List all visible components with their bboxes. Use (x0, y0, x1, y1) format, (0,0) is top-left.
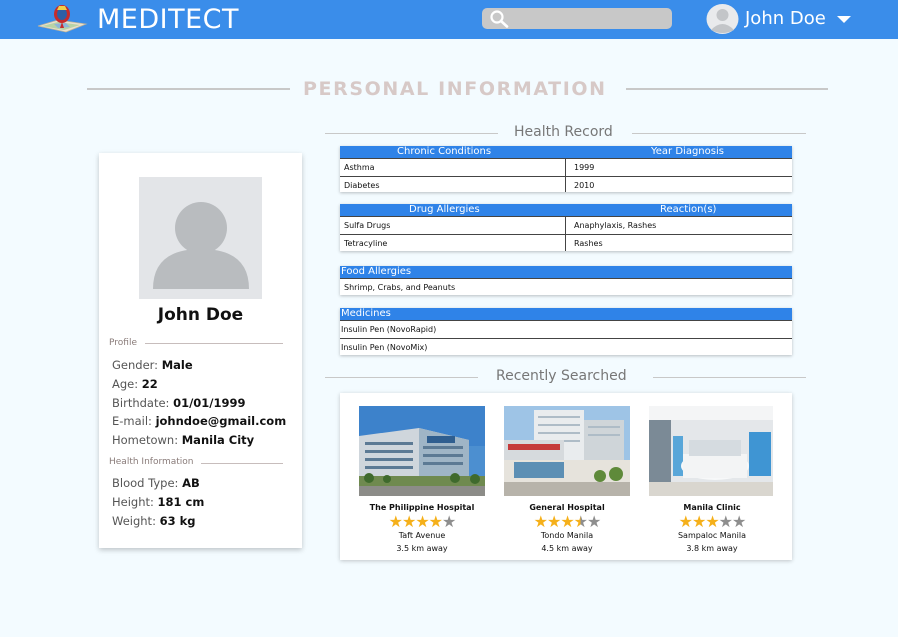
medicines-table: Medicines Insulin Pen (NovoRapid) Insuli… (340, 308, 792, 355)
birthdate-field: Birthdate: 01/01/1999 (112, 396, 246, 410)
chronic-conditions-table: Chronic Conditions Year Diagnosis Asthma… (340, 146, 792, 192)
height-field: Height: 181 cm (112, 495, 205, 509)
search-icon[interactable] (489, 9, 509, 28)
hospital-location: Taft Avenue (398, 531, 446, 540)
table-header: Food Allergies (340, 266, 792, 278)
drug-allergies-table: Drug Allergies Reaction(s) Sulfa Drugs A… (340, 204, 792, 251)
table-row: Insulin Pen (NovoMix) (340, 338, 792, 356)
star-rating: ★★★★★ (649, 512, 775, 531)
hospital-building-photo (359, 406, 485, 496)
column-header: Medicines (341, 308, 391, 319)
hospital-distance: 3.5 km away (396, 544, 448, 553)
weight-field: Weight: 63 kg (112, 514, 196, 528)
hospital-photo[interactable] (504, 406, 630, 496)
hospital-card[interactable]: Manila Clinic ★★★★★ Sampaloc Manila 3.8 … (649, 406, 775, 553)
user-avatar-icon[interactable] (706, 4, 739, 34)
profile-card: John Doe Profile Gender: Male Age: 22 Bi… (99, 153, 302, 548)
table-header: Medicines (340, 308, 792, 320)
table-cell: Insulin Pen (NovoRapid) (341, 325, 437, 334)
user-name-label[interactable]: John Doe (745, 6, 826, 32)
table-row: Tetracyline Rashes (340, 234, 792, 252)
health-record-title: Health Record (514, 124, 613, 140)
profile-photo (139, 177, 262, 299)
table-cell: Diabetes (344, 181, 380, 190)
hospital-name[interactable]: Manila Clinic (649, 503, 775, 512)
hospital-card[interactable]: General Hospital ★★★★★ Tondo Manila 4.5 … (504, 406, 630, 553)
user-avatar-icon (153, 202, 249, 289)
table-row: Diabetes 2010 (340, 176, 792, 194)
table-cell: Asthma (344, 163, 375, 172)
table-cell: Shrimp, Crabs, and Peanuts (344, 283, 456, 292)
age-field: Age: 22 (112, 377, 158, 391)
recent-divider-left (325, 377, 478, 378)
table-cell: Rashes (574, 239, 603, 248)
table-header: Chronic Conditions Year Diagnosis (340, 146, 792, 158)
title-divider-right (626, 88, 828, 90)
table-cell: 2010 (574, 181, 595, 190)
meditect-logo-icon[interactable] (36, 2, 88, 36)
star-icon: ★★★ (678, 512, 720, 531)
hospital-card[interactable]: The Philippine Hospital ★★★★★ Taft Avenu… (359, 406, 485, 553)
food-allergies-table: Food Allergies Shrimp, Crabs, and Peanut… (340, 266, 792, 295)
table-cell: 1999 (574, 163, 595, 172)
column-header: Year Diagnosis (651, 146, 724, 157)
page-title: PERSONAL INFORMATION (303, 78, 607, 100)
health-record-divider-right (632, 133, 806, 134)
star-icon: ★★★★ (388, 512, 443, 531)
hospital-location: Sampaloc Manila (677, 531, 747, 540)
top-navbar: MEDITECT John Doe (0, 0, 898, 39)
brand-name[interactable]: MEDITECT (97, 3, 239, 37)
table-row: Sulfa Drugs Anaphylaxis, Rashes (340, 216, 792, 234)
table-cell: Anaphylaxis, Rashes (574, 221, 657, 230)
clinic-reception-photo (649, 406, 773, 496)
hometown-field: Hometown: Manila City (112, 433, 255, 447)
half-star-icon: ★ (573, 512, 588, 531)
hospital-photo[interactable] (359, 406, 485, 496)
search-input[interactable] (482, 8, 672, 29)
table-cell: Insulin Pen (NovoMix) (341, 343, 428, 352)
column-header: Food Allergies (341, 266, 412, 277)
hospital-name[interactable]: General Hospital (504, 503, 630, 512)
table-row: Insulin Pen (NovoRapid) (340, 320, 792, 338)
gender-field: Gender: Male (112, 358, 193, 372)
star-icon: ★★★ (533, 512, 575, 531)
column-header: Chronic Conditions (397, 146, 492, 157)
star-rating: ★★★★★ (504, 512, 630, 531)
profile-section-divider (145, 343, 283, 344)
hospital-name[interactable]: The Philippine Hospital (359, 503, 485, 512)
health-section-divider (201, 463, 283, 464)
profile-section-label: Profile (109, 338, 137, 348)
star-icon: ★★ (718, 512, 747, 531)
health-record-divider-left (325, 133, 498, 134)
column-header: Drug Allergies (409, 204, 480, 215)
blood-type-field: Blood Type: AB (112, 476, 200, 490)
column-divider (565, 216, 566, 251)
email-field: E-mail: johndoe@gmail.com (112, 414, 287, 428)
hospital-emergency-entrance-photo (504, 406, 630, 496)
table-row: Asthma 1999 (340, 158, 792, 176)
chevron-down-icon[interactable] (837, 16, 851, 23)
hospital-location: Tondo Manila (540, 531, 594, 540)
recently-searched-panel: The Philippine Hospital ★★★★★ Taft Avenu… (340, 393, 792, 560)
recent-divider-right (653, 377, 806, 378)
column-divider (565, 158, 566, 192)
star-icon: ★ (442, 512, 456, 531)
recently-searched-title: Recently Searched (496, 368, 627, 384)
hospital-distance: 4.5 km away (541, 544, 593, 553)
title-divider-left (87, 88, 290, 90)
table-header: Drug Allergies Reaction(s) (340, 204, 792, 216)
profile-name: John Doe (157, 305, 244, 325)
star-icon: ★ (587, 512, 601, 531)
table-cell: Tetracyline (344, 239, 388, 248)
column-header: Reaction(s) (660, 204, 717, 215)
star-rating: ★★★★★ (359, 512, 485, 531)
hospital-photo[interactable] (649, 406, 775, 496)
health-section-label: Health Information (109, 457, 194, 467)
table-row: Shrimp, Crabs, and Peanuts (340, 278, 792, 296)
table-cell: Sulfa Drugs (344, 221, 391, 230)
hospital-distance: 3.8 km away (686, 544, 738, 553)
